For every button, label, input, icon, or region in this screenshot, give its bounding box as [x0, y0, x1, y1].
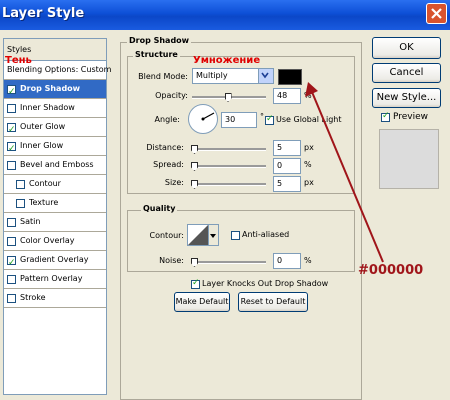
blend-mode-select[interactable]: Multiply: [192, 68, 274, 84]
style-checkbox[interactable]: [16, 180, 25, 189]
anti-aliased-checkbox[interactable]: [231, 231, 240, 240]
close-icon: [431, 8, 442, 19]
size-input[interactable]: 5: [273, 176, 301, 192]
reset-to-default-button[interactable]: Reset to Default: [238, 292, 308, 312]
noise-label: Noise:: [159, 256, 184, 265]
linear-contour-icon: [188, 225, 208, 245]
annotation-ten: Тень: [5, 55, 32, 66]
style-checkbox[interactable]: [7, 237, 16, 246]
style-item-label: Satin: [20, 217, 41, 226]
use-global-light-checkbox[interactable]: [265, 114, 274, 125]
style-item-label: Inner Glow: [20, 141, 64, 150]
style-item-inner-shadow[interactable]: Inner Shadow: [4, 99, 106, 118]
window-title: Layer Style: [2, 6, 85, 21]
size-slider-track[interactable]: [192, 183, 266, 186]
contour-dropdown[interactable]: [209, 224, 219, 246]
angle-dial[interactable]: [188, 104, 218, 134]
drop-shadow-title: Drop Shadow: [127, 36, 192, 45]
style-item-label: Color Overlay: [20, 236, 75, 245]
layer-knocks-out-label: Layer Knocks Out Drop Shadow: [202, 279, 329, 288]
title-bar: Layer Style: [0, 0, 450, 30]
spread-label: Spread:: [153, 160, 184, 169]
style-item-satin[interactable]: Satin: [4, 213, 106, 232]
style-item-label: Stroke: [20, 293, 46, 302]
chevron-down-icon: [258, 69, 273, 83]
style-checkbox[interactable]: [16, 199, 25, 208]
distance-slider-track[interactable]: [192, 148, 266, 151]
caret-down-icon: [210, 234, 216, 238]
style-item-label: Bevel and Emboss: [20, 160, 94, 169]
style-checkbox[interactable]: [7, 294, 16, 303]
style-item-label: Gradient Overlay: [20, 255, 89, 264]
distance-unit: px: [304, 143, 314, 152]
new-style-button[interactable]: New Style...: [372, 88, 441, 108]
ok-button[interactable]: OK: [372, 37, 441, 59]
opacity-input[interactable]: 48: [273, 88, 301, 104]
layer-knocks-out-checkbox[interactable]: [191, 278, 200, 289]
style-item-outer-glow[interactable]: Outer Glow: [4, 118, 106, 139]
spread-input[interactable]: 0: [273, 158, 301, 174]
angle-input[interactable]: 30: [221, 112, 257, 128]
angle-label: Angle:: [154, 115, 180, 124]
blend-mode-label: Blend Mode:: [138, 72, 188, 81]
style-item-gradient-overlay[interactable]: Gradient Overlay: [4, 251, 106, 272]
close-button[interactable]: [426, 3, 447, 24]
distance-label: Distance:: [146, 143, 184, 152]
noise-unit: %: [304, 256, 312, 265]
contour-label: Contour:: [149, 231, 185, 240]
style-checkbox[interactable]: [7, 275, 16, 284]
size-label: Size:: [164, 178, 184, 187]
style-checkbox[interactable]: [7, 218, 16, 227]
opacity-label: Opacity:: [155, 91, 188, 100]
contour-picker[interactable]: [187, 224, 209, 246]
structure-title: Structure: [133, 50, 180, 59]
style-item-label: Contour: [29, 179, 61, 188]
style-item-label: Drop Shadow: [20, 84, 81, 93]
quality-title: Quality: [141, 204, 178, 213]
anti-aliased-label: Anti-aliased: [242, 230, 290, 239]
angle-needle-icon: [201, 112, 215, 121]
annotation-umnozhenie: Умножение: [193, 55, 261, 66]
noise-slider-track[interactable]: [192, 261, 266, 264]
style-checkbox[interactable]: [7, 254, 16, 272]
style-item-inner-glow[interactable]: Inner Glow: [4, 137, 106, 158]
style-item-label: Outer Glow: [20, 122, 66, 131]
noise-input[interactable]: 0: [273, 253, 301, 269]
style-item-label: Texture: [29, 198, 59, 207]
spread-slider-track[interactable]: [192, 165, 266, 168]
style-checkbox[interactable]: [7, 140, 16, 158]
shadow-color-swatch[interactable]: [278, 69, 302, 85]
preview-thumbnail: [379, 129, 439, 189]
layer-style-window: Layer Style Styles Blending Options: Cus…: [0, 0, 450, 400]
annotation-hex: #000000: [358, 263, 424, 278]
style-checkbox[interactable]: [7, 104, 16, 113]
preview-label: Preview: [393, 112, 429, 122]
size-unit: px: [304, 178, 314, 187]
style-item-color-overlay[interactable]: Color Overlay: [4, 232, 106, 251]
style-item-label: Pattern Overlay: [20, 274, 83, 283]
use-global-light-label: Use Global Light: [276, 115, 342, 124]
style-item-texture[interactable]: Texture: [4, 194, 106, 213]
opacity-unit: %: [304, 91, 312, 100]
style-checkbox[interactable]: [7, 121, 16, 139]
style-item-pattern-overlay[interactable]: Pattern Overlay: [4, 270, 106, 289]
style-checkbox[interactable]: [7, 83, 16, 101]
preview-checkbox[interactable]: [381, 111, 390, 122]
style-item-contour[interactable]: Contour: [4, 175, 106, 194]
style-item-stroke[interactable]: Stroke: [4, 289, 106, 308]
styles-list: Styles Blending Options: CustomDrop Shad…: [3, 38, 111, 395]
style-item-label: Inner Shadow: [20, 103, 75, 112]
style-item-bevel-and-emboss[interactable]: Bevel and Emboss: [4, 156, 106, 175]
cancel-button[interactable]: Cancel: [372, 63, 441, 83]
angle-unit: °: [260, 112, 264, 121]
blend-mode-value: Multiply: [196, 71, 228, 80]
spread-unit: %: [304, 160, 312, 169]
make-default-button[interactable]: Make Default: [174, 292, 230, 312]
style-item-drop-shadow[interactable]: Drop Shadow: [4, 80, 106, 101]
style-checkbox[interactable]: [7, 161, 16, 170]
distance-input[interactable]: 5: [273, 140, 301, 156]
